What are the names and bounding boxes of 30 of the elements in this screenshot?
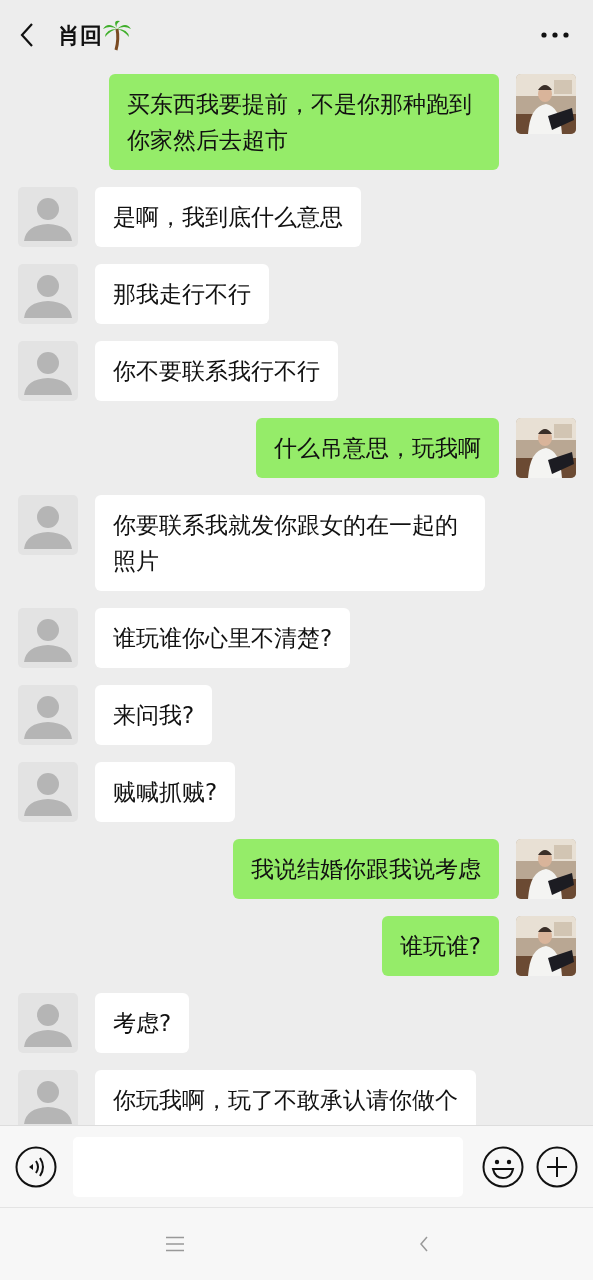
message-bubble[interactable]: 我说结婚你跟我说考虑 bbox=[233, 839, 499, 899]
message-bubble[interactable]: 你要联系我就发你跟女的在一起的照片 bbox=[95, 495, 485, 591]
emoji-icon[interactable] bbox=[482, 1145, 524, 1188]
default-avatar-icon[interactable] bbox=[18, 685, 78, 745]
message-bubble[interactable]: 考虑? bbox=[95, 993, 190, 1053]
default-avatar-icon[interactable] bbox=[18, 187, 78, 247]
message-bubble[interactable]: 你玩我啊，玩了不敢承认请你做个 bbox=[95, 1070, 476, 1125]
message-bubble[interactable]: 什么吊意思，玩我啊 bbox=[256, 418, 499, 478]
default-avatar-icon[interactable] bbox=[18, 762, 78, 822]
default-avatar-icon[interactable] bbox=[18, 341, 78, 401]
default-avatar-icon[interactable] bbox=[18, 495, 78, 555]
default-avatar-icon[interactable] bbox=[18, 264, 78, 324]
default-avatar-icon[interactable] bbox=[18, 993, 78, 1053]
message-bubble[interactable]: 你不要联系我行不行 bbox=[95, 341, 338, 401]
more-icon[interactable] bbox=[541, 32, 569, 38]
message-bubble[interactable]: 来问我? bbox=[95, 685, 213, 745]
palm-tree-icon bbox=[102, 19, 132, 51]
default-avatar-icon[interactable] bbox=[18, 1070, 78, 1125]
voice-icon[interactable] bbox=[15, 1145, 57, 1188]
message-bubble[interactable]: 谁玩谁? bbox=[381, 916, 499, 976]
message-bubble[interactable]: 是啊，我到底什么意思 bbox=[95, 187, 361, 247]
back-icon[interactable] bbox=[20, 22, 34, 48]
message-bubble[interactable]: 谁玩谁你心里不清楚? bbox=[95, 608, 351, 668]
message-bubble[interactable]: 买东西我要提前，不是你那种跑到你家然后去超市 bbox=[109, 74, 499, 170]
menu-icon[interactable] bbox=[166, 1236, 184, 1252]
message-bubble[interactable]: 那我走行不行 bbox=[95, 264, 269, 324]
default-avatar-icon[interactable] bbox=[18, 608, 78, 668]
message-bubble[interactable]: 贼喊抓贼? bbox=[95, 762, 236, 822]
plus-icon[interactable] bbox=[536, 1145, 578, 1188]
chat-title: 肖回 bbox=[58, 21, 102, 50]
